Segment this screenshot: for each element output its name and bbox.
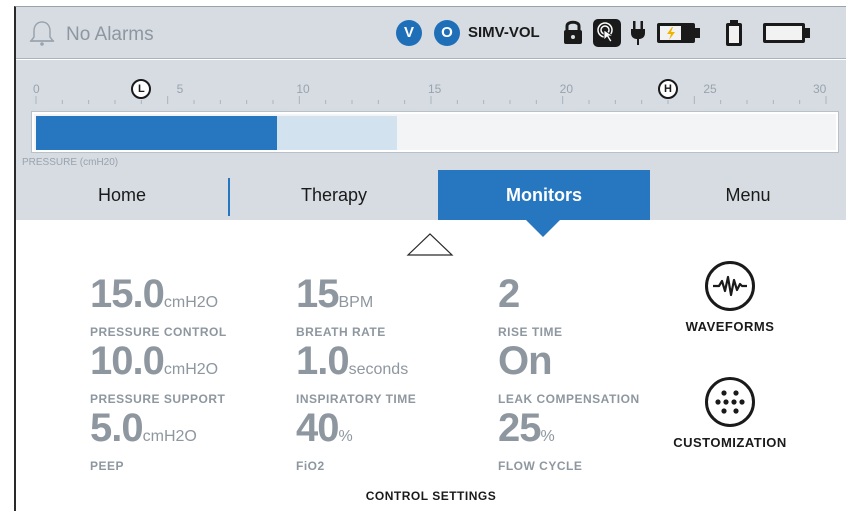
waveforms-label: WAVEFORMS xyxy=(685,319,775,334)
bell-icon[interactable] xyxy=(28,19,56,47)
main-tabs: Home Therapy Monitors Menu xyxy=(16,170,846,220)
peep-unit: cmH2O xyxy=(142,428,197,445)
touch-icon[interactable] xyxy=(592,18,622,48)
setting-pressure-support[interactable]: 10.0cmH2O PRESSURE SUPPORT xyxy=(90,341,225,406)
peep-value: 5.0 xyxy=(90,406,144,450)
rise-time-value: 2 xyxy=(498,272,520,316)
pressure-control-label: PRESSURE CONTROL xyxy=(90,325,227,339)
pressure-support-unit: cmH2O xyxy=(163,361,219,378)
breath-rate-label: BREATH RATE xyxy=(296,325,386,339)
status-bar: No Alarms V O SIMV-VOL xyxy=(16,7,846,59)
volume-mode-badge: V xyxy=(396,20,422,46)
inspiratory-time-unit: seconds xyxy=(348,361,409,378)
fio2-unit: % xyxy=(338,428,353,445)
pressure-support-label: PRESSURE SUPPORT xyxy=(90,392,226,406)
tick-label: 25 xyxy=(703,82,717,96)
setting-flow-cycle[interactable]: 25% FLOW CYCLE xyxy=(498,408,582,473)
setting-leak-compensation[interactable]: On LEAK COMPENSATION xyxy=(498,341,640,406)
waveforms-button[interactable]: WAVEFORMS xyxy=(670,261,790,334)
gauge-ticks xyxy=(35,96,827,104)
section-title: CONTROL SETTINGS xyxy=(365,489,497,503)
pressure-label: PRESSURE (cmH20) xyxy=(22,157,119,168)
tab-therapy[interactable]: Therapy xyxy=(230,170,438,220)
tab-menu[interactable]: Menu xyxy=(650,170,846,220)
battery-charging-icon xyxy=(657,23,700,43)
lock-icon[interactable] xyxy=(562,18,584,46)
tick-label: 20 xyxy=(559,82,574,96)
ventilation-mode: SIMV-VOL xyxy=(468,24,540,41)
inspiratory-time-value: 1.0 xyxy=(296,339,350,383)
waveforms-circle xyxy=(705,261,755,311)
expand-up-arrow-icon[interactable] xyxy=(406,231,454,257)
flow-cycle-label: FLOW CYCLE xyxy=(498,459,583,473)
plug-icon xyxy=(631,21,645,45)
setting-pressure-control[interactable]: 15.0cmH2O PRESSURE CONTROL xyxy=(90,274,227,339)
breath-rate-value: 15 xyxy=(296,272,339,316)
ventilator-screen: No Alarms V O SIMV-VOL 0 5 10 15 20 25 3… xyxy=(14,6,846,511)
setting-fio2[interactable]: 40% FiO2 xyxy=(296,408,353,473)
leak-compensation-label: LEAK COMPENSATION xyxy=(498,392,640,406)
oxygen-badge: O xyxy=(434,20,460,46)
peep-label: PEEP xyxy=(90,459,125,473)
fio2-value: 40 xyxy=(296,406,339,450)
pressure-bar xyxy=(32,112,838,152)
alarm-status-text[interactable]: No Alarms xyxy=(66,24,154,46)
customization-label: CUSTOMIZATION xyxy=(673,435,787,450)
tick-label: 5 xyxy=(176,82,184,96)
pressure-gauge: 0 5 10 15 20 25 30 L H PRESSURE (cmH20) xyxy=(16,60,846,170)
battery-external-icon xyxy=(763,23,810,43)
pressure-control-value: 15.0 xyxy=(90,272,165,316)
tick-label: 0 xyxy=(33,82,40,96)
pressure-support-value: 10.0 xyxy=(90,339,165,383)
tick-label: 10 xyxy=(296,82,310,96)
fio2-label: FiO2 xyxy=(296,459,325,473)
flow-cycle-unit: % xyxy=(540,428,555,445)
setting-rise-time[interactable]: 2 RISE TIME xyxy=(498,274,563,339)
pressure-current-fill xyxy=(36,116,277,150)
inspiratory-time-label: INSPIRATORY TIME xyxy=(296,392,417,406)
setting-breath-rate[interactable]: 15BPM BREATH RATE xyxy=(296,274,386,339)
waveform-icon xyxy=(713,275,747,297)
setting-peep[interactable]: 5.0cmH2O PEEP xyxy=(90,408,197,473)
tick-label: 15 xyxy=(428,82,442,96)
battery-internal-icon xyxy=(726,20,742,46)
leak-compensation-value: On xyxy=(498,339,553,383)
tab-home[interactable]: Home xyxy=(16,170,228,220)
dots-grid-icon xyxy=(715,390,745,414)
customization-circle xyxy=(705,377,755,427)
rise-time-label: RISE TIME xyxy=(498,325,563,339)
active-tab-pointer xyxy=(526,220,560,237)
pressure-control-unit: cmH2O xyxy=(163,294,219,311)
breath-rate-unit: BPM xyxy=(338,294,374,311)
customization-button[interactable]: CUSTOMIZATION xyxy=(670,377,790,450)
high-limit-marker[interactable]: H xyxy=(658,79,678,99)
tab-monitors[interactable]: Monitors xyxy=(438,170,650,220)
setting-inspiratory-time[interactable]: 1.0seconds INSPIRATORY TIME xyxy=(296,341,416,406)
flow-cycle-value: 25 xyxy=(498,406,541,450)
tick-label: 30 xyxy=(813,82,827,96)
